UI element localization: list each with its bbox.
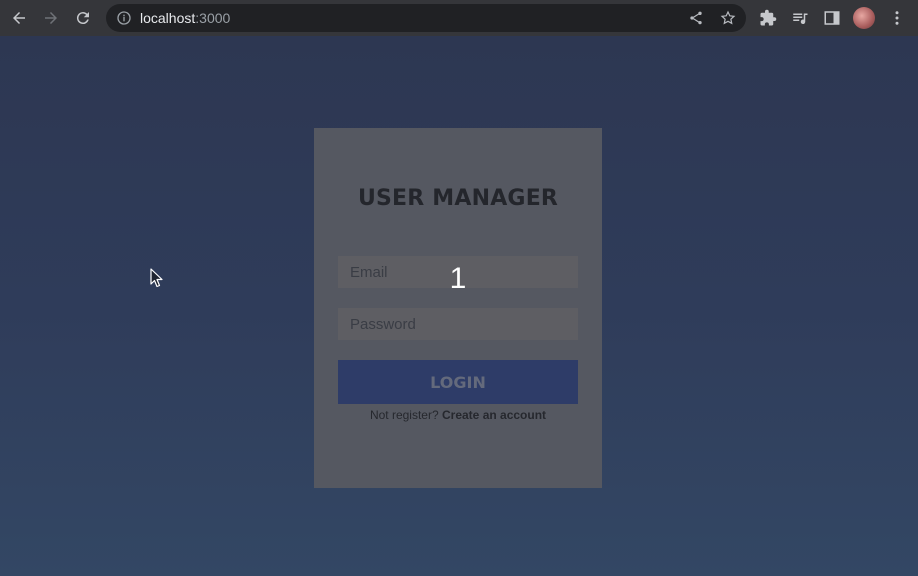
mouse-cursor-icon xyxy=(150,268,163,288)
password-field[interactable] xyxy=(338,308,578,340)
register-prompt: Not register? Create an account xyxy=(314,408,602,422)
login-button[interactable]: LOGIN xyxy=(338,360,578,404)
share-icon[interactable] xyxy=(688,10,704,31)
sidepanel-icon[interactable] xyxy=(820,6,844,30)
extensions-icon[interactable] xyxy=(756,6,780,30)
reload-icon[interactable] xyxy=(71,6,95,30)
media-icon[interactable] xyxy=(788,6,812,30)
url-host: localhost xyxy=(140,10,196,26)
forward-arrow-icon[interactable] xyxy=(39,6,63,30)
create-account-link[interactable]: Create an account xyxy=(442,408,546,422)
login-card: USER MANAGER LOGIN Not register? Create … xyxy=(314,128,602,488)
back-arrow-icon[interactable] xyxy=(7,6,31,30)
avatar[interactable] xyxy=(853,7,875,29)
info-icon[interactable] xyxy=(116,10,132,31)
address-bar[interactable]: localhost:3000 xyxy=(106,4,746,32)
register-prompt-text: Not register? xyxy=(369,408,439,422)
page-background: USER MANAGER LOGIN Not register? Create … xyxy=(0,36,918,576)
page-title: USER MANAGER xyxy=(357,186,559,211)
email-field[interactable] xyxy=(338,256,578,288)
star-icon[interactable] xyxy=(720,10,736,31)
url-text: localhost:3000 xyxy=(140,10,230,26)
menu-icon[interactable] xyxy=(885,6,909,30)
url-port: :3000 xyxy=(195,10,231,26)
browser-toolbar: localhost:3000 xyxy=(0,0,918,36)
